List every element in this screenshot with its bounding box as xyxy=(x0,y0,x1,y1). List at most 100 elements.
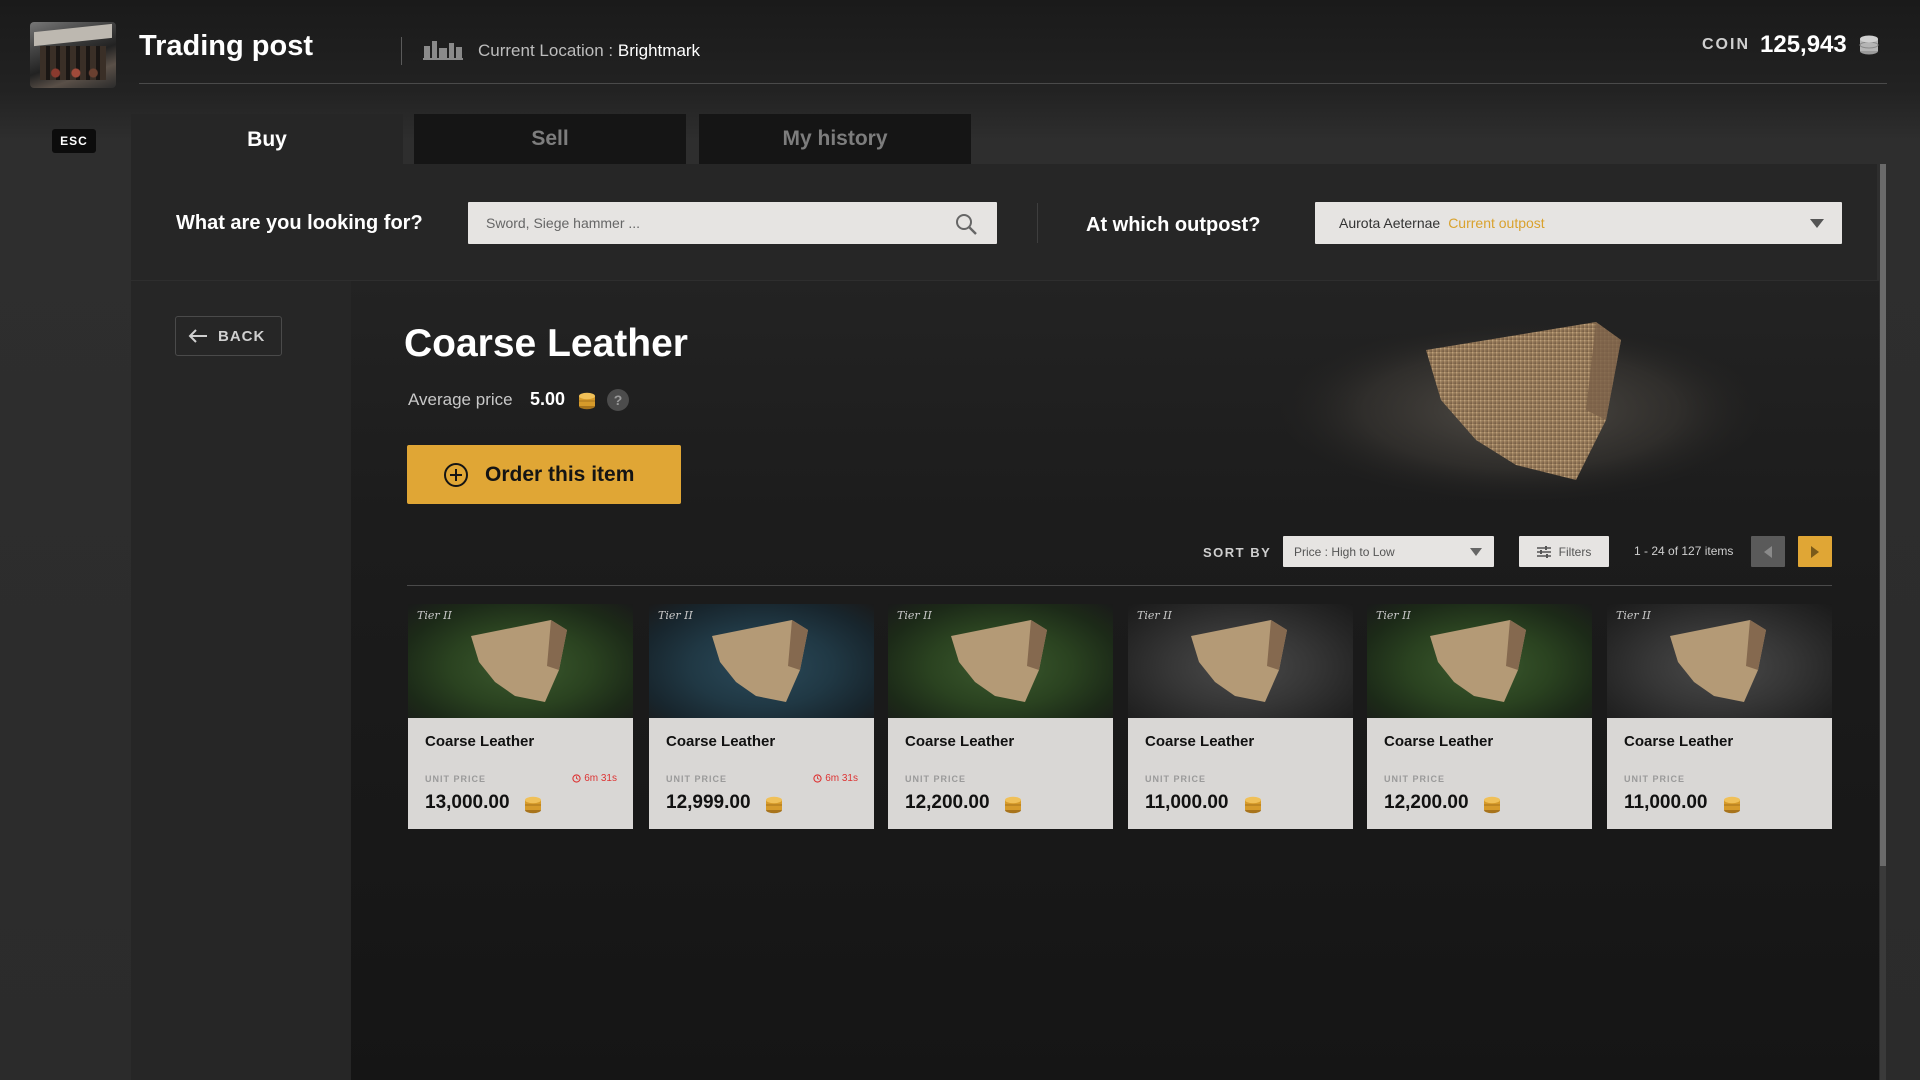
coin-icon xyxy=(525,796,541,814)
scrollbar-thumb[interactable] xyxy=(1880,164,1886,866)
leather-item-icon xyxy=(1670,620,1766,702)
average-price-value: 5.00 xyxy=(530,389,566,409)
unit-price-label: UNIT PRICE xyxy=(905,774,967,784)
card-unit-price: 12,999.00 xyxy=(666,792,751,813)
card-body: Coarse Leather UNIT PRICE 12,200.00 xyxy=(1367,718,1592,829)
arrow-left-icon xyxy=(188,329,207,343)
card-tier: Tier II xyxy=(897,609,932,622)
item-title: Coarse Leather xyxy=(404,322,688,365)
card-item-name: Coarse Leather xyxy=(666,733,776,750)
card-image: Tier II xyxy=(1607,604,1832,718)
filters-button[interactable]: Filters xyxy=(1519,536,1609,567)
sort-by-label: SORT BY xyxy=(1203,545,1272,560)
chevron-right-icon xyxy=(1811,545,1819,558)
card-tier: Tier II xyxy=(1376,609,1411,622)
header-underline xyxy=(139,83,1887,84)
card-tier: Tier II xyxy=(1616,609,1651,622)
current-location: Current Location : Brightmark xyxy=(478,41,700,61)
listing-card[interactable]: Tier II Coarse Leather UNIT PRICE 12,200… xyxy=(1367,604,1592,829)
search-question: What are you looking for? xyxy=(176,212,423,234)
clock-icon xyxy=(813,774,822,783)
sort-dropdown[interactable]: Price : High to Low xyxy=(1283,536,1494,567)
unit-price-label: UNIT PRICE xyxy=(1384,774,1446,784)
tab-buy[interactable]: Buy xyxy=(131,114,403,165)
header-divider xyxy=(401,37,402,65)
previous-page-button[interactable] xyxy=(1751,536,1785,567)
location-label: Current Location : xyxy=(478,41,614,60)
card-unit-price: 12,200.00 xyxy=(1384,792,1469,813)
card-unit-price: 13,000.00 xyxy=(425,792,510,813)
card-item-name: Coarse Leather xyxy=(905,733,1015,750)
city-icon xyxy=(423,41,463,60)
search-input[interactable] xyxy=(468,202,997,244)
coin-icon xyxy=(1484,796,1500,814)
esc-button[interactable]: ESC xyxy=(52,129,96,153)
card-unit-price: 12,200.00 xyxy=(905,792,990,813)
timer-text: 6m 31s xyxy=(825,773,858,784)
coin-icon xyxy=(1724,796,1740,814)
outpost-question: At which outpost? xyxy=(1086,214,1261,236)
search-icon[interactable] xyxy=(954,212,978,236)
leather-item-icon xyxy=(951,620,1047,702)
coin-balance: 125,943 xyxy=(1760,31,1847,58)
unit-price-label: UNIT PRICE xyxy=(1145,774,1207,784)
filters-label: Filters xyxy=(1558,544,1592,559)
top-header: Trading post Current Location : Brightma… xyxy=(0,0,1920,88)
card-item-name: Coarse Leather xyxy=(1624,733,1734,750)
listing-card[interactable]: Tier II Coarse Leather UNIT PRICE 11,000… xyxy=(1128,604,1353,829)
listing-timer: 6m 31s xyxy=(813,773,858,784)
next-page-button[interactable] xyxy=(1798,536,1832,567)
coin-icon xyxy=(1005,796,1021,814)
chevron-down-icon xyxy=(1470,548,1482,556)
listing-card[interactable]: Tier II Coarse Leather UNIT PRICE 11,000… xyxy=(1607,604,1832,829)
coin-icon xyxy=(579,392,595,410)
search-divider xyxy=(1037,203,1038,243)
pagination-text: 1 - 24 of 127 items xyxy=(1634,544,1734,558)
trading-post-logo xyxy=(30,22,116,88)
listing-divider xyxy=(407,585,1832,586)
card-body: Coarse Leather UNIT PRICE 6m 31s 12,999.… xyxy=(649,718,874,829)
listing-card[interactable]: Tier II Coarse Leather UNIT PRICE 6m 31s… xyxy=(408,604,633,829)
tab-my-history[interactable]: My history xyxy=(699,114,971,164)
card-image: Tier II xyxy=(888,604,1113,718)
card-item-name: Coarse Leather xyxy=(1145,733,1255,750)
outpost-selected: Aurota Aeternae xyxy=(1339,215,1441,231)
leather-item-icon xyxy=(471,620,567,702)
tab-sell[interactable]: Sell xyxy=(414,114,686,164)
card-body: Coarse Leather UNIT PRICE 11,000.00 xyxy=(1128,718,1353,829)
help-icon[interactable]: ? xyxy=(607,389,629,411)
order-item-button[interactable]: Order this item xyxy=(407,445,681,504)
card-image: Tier II xyxy=(1128,604,1353,718)
card-unit-price: 11,000.00 xyxy=(1145,792,1229,813)
filters-icon xyxy=(1536,545,1551,558)
back-button[interactable]: BACK xyxy=(175,316,282,356)
card-unit-price: 11,000.00 xyxy=(1624,792,1708,813)
card-item-name: Coarse Leather xyxy=(425,733,535,750)
listing-card[interactable]: Tier II Coarse Leather UNIT PRICE 12,200… xyxy=(888,604,1113,829)
current-outpost-tag: Current outpost xyxy=(1448,215,1545,231)
unit-price-label: UNIT PRICE xyxy=(666,774,728,784)
plus-circle-icon xyxy=(444,462,468,487)
coin-icon xyxy=(1245,796,1261,814)
card-tier: Tier II xyxy=(1137,609,1172,622)
leather-item-image xyxy=(1281,320,1761,500)
average-price-label: Average price xyxy=(408,390,513,409)
back-label: BACK xyxy=(218,327,266,345)
card-tier: Tier II xyxy=(417,609,452,622)
card-image: Tier II xyxy=(649,604,874,718)
card-image: Tier II xyxy=(1367,604,1592,718)
location-value: Brightmark xyxy=(617,41,701,60)
unit-price-label: UNIT PRICE xyxy=(1624,774,1686,784)
card-tier: Tier II xyxy=(658,609,693,622)
leather-item-icon xyxy=(1430,620,1526,702)
outpost-dropdown[interactable]: Aurota Aeternae Current outpost xyxy=(1315,202,1842,244)
clock-icon xyxy=(572,774,581,783)
leather-item-icon xyxy=(1191,620,1287,702)
listing-timer: 6m 31s xyxy=(572,773,617,784)
card-body: Coarse Leather UNIT PRICE 6m 31s 13,000.… xyxy=(408,718,633,829)
listing-card[interactable]: Tier II Coarse Leather UNIT PRICE 6m 31s… xyxy=(649,604,874,829)
coin-icon xyxy=(766,796,782,814)
unit-price-label: UNIT PRICE xyxy=(425,774,487,784)
card-body: Coarse Leather UNIT PRICE 12,200.00 xyxy=(888,718,1113,829)
leather-item-icon xyxy=(712,620,808,702)
